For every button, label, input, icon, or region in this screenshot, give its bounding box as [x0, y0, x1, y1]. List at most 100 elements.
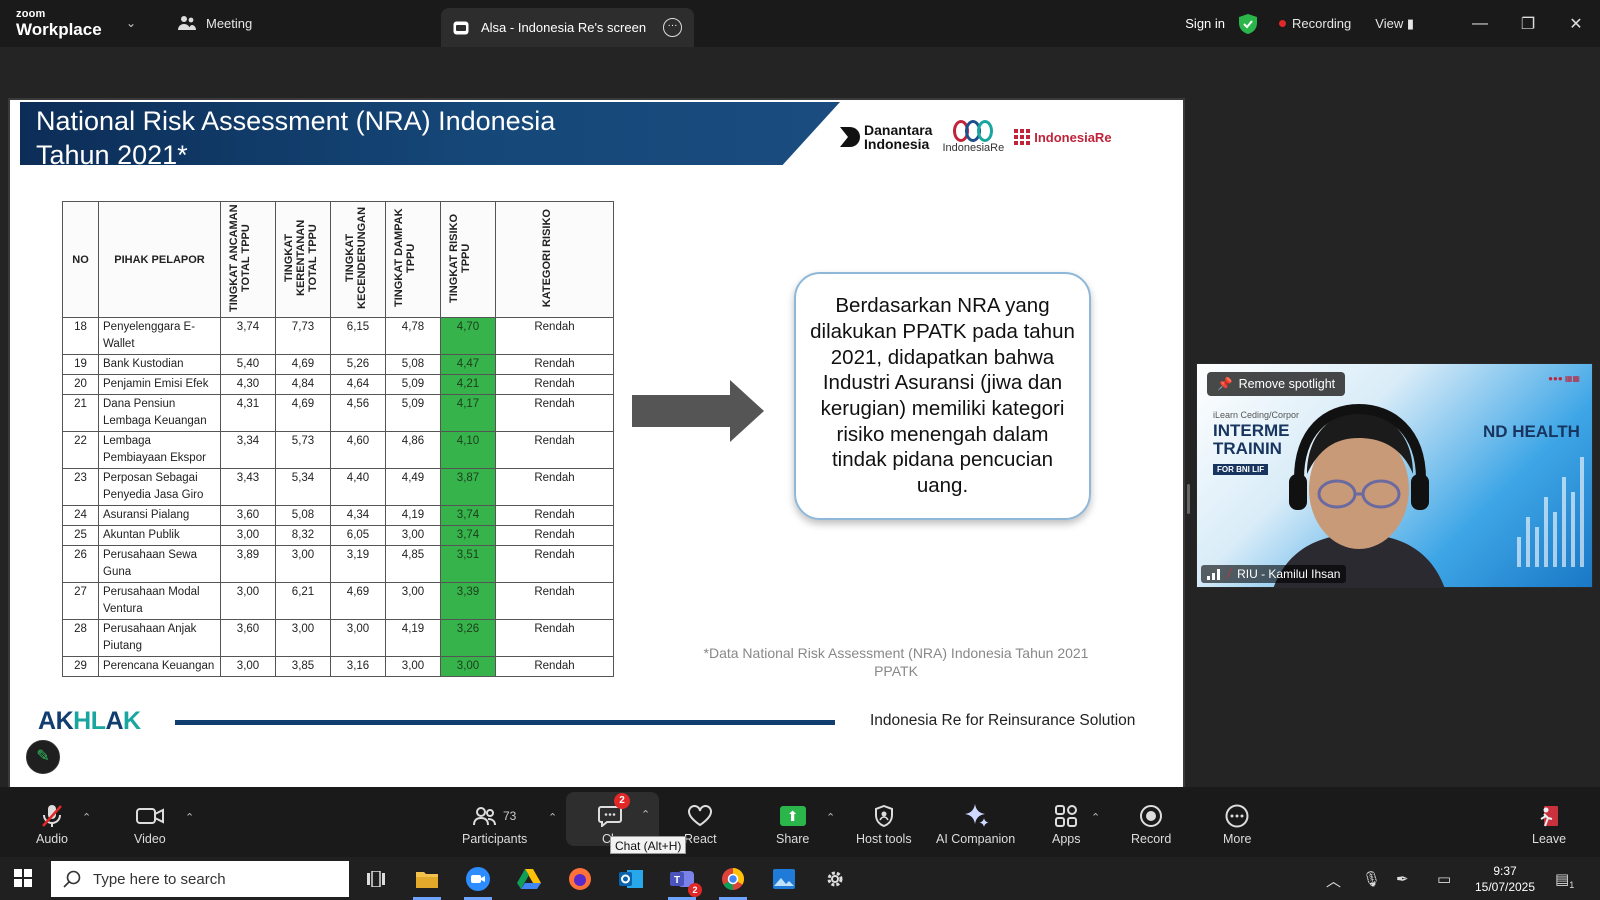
slide-footer-text: Indonesia Re for Reinsurance Solution [870, 712, 1136, 729]
cell-no: 21 [62, 394, 99, 432]
taskbar-search-box[interactable]: Type here to search [51, 861, 349, 897]
shield-check-icon[interactable] [1239, 13, 1258, 34]
participants-count: 73 [502, 809, 517, 823]
close-icon[interactable]: ✕ [1552, 14, 1600, 34]
table-row: 27 Perusahaan Modal Ventura 3,00 6,21 4,69 3,… [62, 582, 614, 620]
video-button[interactable]: Video [134, 803, 166, 846]
ai-companion-button[interactable]: AI Companion [936, 803, 1015, 846]
table-row: 28 Perusahaan Anjak Piutang 3,60 3,00 3,00 4,… [62, 619, 614, 657]
indonesiare-logo: IndonesiaRe [942, 120, 1004, 154]
header-kerentanan: TINGKAT KERENTANAN TOTAL TPPU [275, 201, 331, 318]
cell-kecenderungan: 6,15 [330, 317, 386, 355]
google-drive-icon[interactable] [511, 863, 547, 895]
view-label: View [1375, 15, 1404, 31]
chevron-down-icon[interactable]: ⌄ [126, 16, 136, 30]
audio-button[interactable]: Audio [36, 803, 68, 846]
apps-button[interactable]: Apps [1052, 803, 1081, 846]
restore-icon[interactable]: ❐ [1504, 14, 1552, 34]
pen-tray-icon[interactable]: ✒ [1396, 870, 1409, 888]
cell-risiko: 3,74 [440, 525, 496, 546]
danantara-text: Danantara Indonesia [864, 122, 933, 152]
react-button[interactable]: React [684, 803, 717, 846]
shared-screen[interactable]: National Risk Assessment (NRA) Indonesia… [8, 98, 1185, 806]
apps-icon [1054, 803, 1078, 829]
share-chevron-icon[interactable]: ⌃ [826, 811, 835, 824]
tray-chevron-up-icon[interactable]: ︿ [1326, 870, 1341, 891]
cell-no: 26 [62, 545, 99, 583]
task-view-icon[interactable] [358, 863, 394, 895]
participants-button[interactable]: 73 Participants [462, 803, 527, 846]
outlook-icon[interactable] [613, 863, 649, 895]
chrome-icon[interactable] [715, 863, 751, 900]
notification-icon[interactable]: ▤1 [1555, 870, 1574, 890]
table-row: 21 Dana Pensiun Lembaga Keuangan 4,31 4,69 4… [62, 394, 614, 432]
host-tools-button[interactable]: Host tools [856, 803, 912, 846]
pin-icon: 📌 [1217, 376, 1233, 391]
cell-no: 22 [62, 431, 99, 469]
cell-kategori: Rendah [495, 545, 614, 583]
recording-indicator[interactable]: Recording [1279, 16, 1351, 31]
view-button[interactable]: View ▮ [1375, 16, 1414, 32]
participant-video-icon [1273, 404, 1445, 587]
file-explorer-icon[interactable] [409, 863, 445, 900]
record-button[interactable]: Record [1131, 803, 1171, 846]
screen-share-tab[interactable]: Alsa - Indonesia Re's screen ··· [441, 8, 694, 47]
leave-button[interactable]: Leave [1532, 803, 1566, 846]
zoom-workplace-logo[interactable]: zoom Workplace [16, 8, 102, 39]
cell-kerentanan: 3,00 [275, 619, 331, 657]
cell-no: 24 [62, 505, 99, 526]
poster-text-3: ND HEALTH [1483, 422, 1580, 441]
more-button[interactable]: More [1223, 803, 1251, 846]
participants-chevron-icon[interactable]: ⌃ [548, 811, 557, 824]
brand-top: zoom [16, 8, 46, 20]
firefox-icon[interactable] [562, 863, 598, 895]
panel-resize-handle[interactable] [1187, 484, 1190, 514]
windows-start-icon[interactable] [14, 869, 32, 887]
display-icon[interactable]: ▭ [1437, 870, 1451, 888]
cell-risiko: 3,87 [440, 468, 496, 506]
right-arrow-icon [632, 380, 764, 442]
remove-spotlight-button[interactable]: 📌 Remove spotlight [1207, 372, 1346, 396]
video-tile[interactable]: ●●● ▦▦ iLearn Ceding/Corpor INTERME TRAI… [1196, 363, 1593, 588]
settings-gear-icon[interactable] [817, 863, 853, 895]
windows-taskbar: Type here to search T 2 ︿ 🎙 ✒ ▭ 9:37 15/… [0, 857, 1600, 900]
source-note: *Data National Risk Assessment (NRA) Ind… [703, 645, 1089, 679]
cell-kategori: Rendah [495, 317, 614, 355]
video-label: Video [134, 832, 166, 846]
sign-in-button[interactable]: Sign in [1185, 16, 1225, 31]
table-header-row: NO PIHAK PELAPOR TINGKAT ANCAMAN TOTAL T… [62, 201, 614, 318]
cell-ancaman: 3,00 [220, 656, 276, 677]
teams-icon[interactable]: T 2 [664, 863, 702, 900]
cell-kecenderungan: 4,64 [330, 374, 386, 395]
video-options-chevron-icon[interactable]: ⌃ [185, 811, 194, 824]
chat-chevron-icon[interactable]: ⌃ [641, 808, 650, 821]
header-risiko: TINGKAT RISIKO TPPU [440, 201, 496, 318]
cell-kategori: Rendah [495, 656, 614, 677]
more-options-icon[interactable]: ··· [663, 18, 682, 37]
clock-date: 15/07/2025 [1474, 880, 1536, 894]
zoom-app-icon[interactable] [460, 863, 496, 900]
notification-count: 1 [1569, 880, 1575, 890]
cell-no: 23 [62, 468, 99, 506]
more-icon [1225, 803, 1249, 829]
table-row: 18 Penyelenggara E-Wallet 3,74 7,73 6,15 4,78… [62, 317, 614, 355]
photos-icon[interactable] [766, 863, 802, 895]
annotate-pen-icon[interactable]: ✎ [26, 740, 60, 774]
meeting-menu[interactable]: Meeting [178, 15, 252, 31]
cell-kategori: Rendah [495, 394, 614, 432]
microphone-icon[interactable]: 🎙 [1362, 870, 1381, 888]
cell-pihak: Perposan Sebagai Penyedia Jasa Giro [98, 468, 221, 506]
cell-kecenderungan: 6,05 [330, 525, 386, 546]
share-button[interactable]: ⬆ Share [776, 803, 809, 846]
taskbar-clock[interactable]: 9:37 15/07/2025 [1470, 863, 1540, 895]
audio-options-chevron-icon[interactable]: ⌃ [82, 811, 91, 824]
rings-icon [953, 120, 994, 142]
cell-kerentanan: 5,08 [275, 505, 331, 526]
minimize-icon[interactable]: — [1456, 15, 1504, 33]
table-row: 26 Perusahaan Sewa Guna 3,89 3,00 3,19 4,85 3,… [62, 545, 614, 583]
cell-risiko: 4,21 [440, 374, 496, 395]
table-row: 19 Bank Kustodian 5,40 4,69 5,26 5,08 4,47 Rend… [62, 354, 614, 375]
participant-name-tag: ⧸ RIU - Kamilul Ihsan [1201, 565, 1347, 583]
apps-chevron-icon[interactable]: ⌃ [1091, 811, 1100, 824]
chat-tooltip: Chat (Alt+H) [610, 836, 687, 854]
